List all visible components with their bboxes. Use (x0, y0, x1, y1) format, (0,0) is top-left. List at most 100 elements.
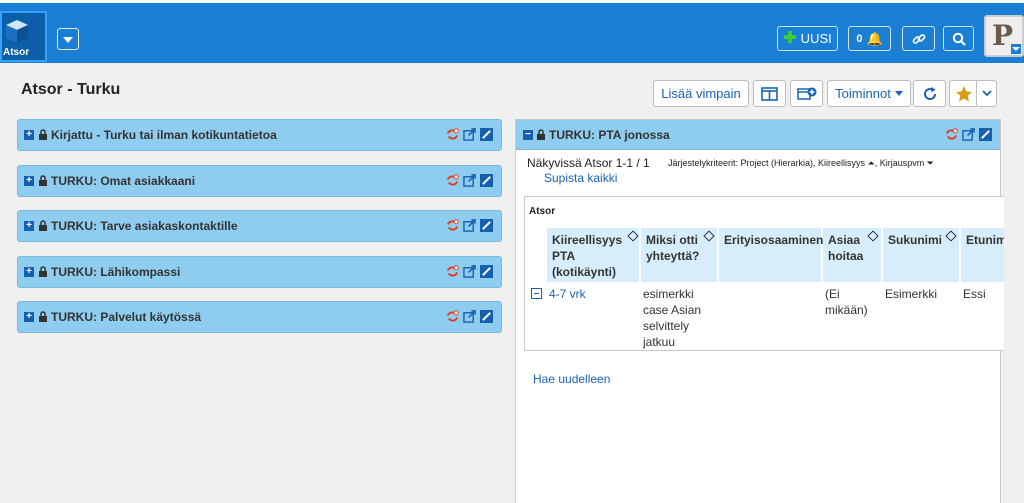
row-collapse-icon[interactable] (531, 288, 542, 299)
cell-reason: esimerkki case Asian selvittely jatkuu (643, 287, 702, 349)
refresh-icon[interactable] (945, 128, 958, 141)
top-bar: Atsor ✚ UUSI 0 🔔 P (0, 0, 1024, 63)
cell-surname: Esimerkki (885, 287, 938, 301)
app-switcher-dropdown[interactable] (57, 28, 79, 50)
widget-title: Kirjattu - Turku tai ilman kotikuntatiet… (51, 128, 277, 142)
cell-urgency[interactable]: 4-7 vrk (549, 286, 586, 302)
column-header-reason[interactable]: Miksi otti yhteyttä? (641, 228, 719, 282)
widget-registered-turku[interactable]: + Kirjattu - Turku tai ilman kotikuntati… (17, 119, 502, 151)
column-header-specialty[interactable]: Erityisosaaminen (719, 228, 823, 282)
external-link-icon[interactable] (962, 128, 975, 141)
lock-icon (537, 129, 545, 140)
collapse-all-link[interactable]: Supista kaikki (544, 171, 617, 185)
bell-icon: 🔔 (866, 30, 883, 46)
notification-count: 0 (856, 32, 863, 45)
plus-icon: ✚ (783, 29, 797, 47)
external-link-icon[interactable] (463, 128, 476, 141)
widget-tools (446, 128, 493, 141)
column-header-urgency[interactable]: Kiireellisyys PTA (kotikäynti) (547, 228, 641, 282)
sort-icon[interactable] (945, 230, 957, 242)
refresh-icon[interactable] (446, 128, 459, 141)
page-title: Atsor - Turku (21, 81, 121, 98)
refresh-icon[interactable] (446, 174, 459, 187)
widget-tools (446, 310, 493, 323)
link-icon (912, 33, 925, 44)
functions-label: Toiminnot (835, 86, 891, 101)
group-label: Atsor (529, 206, 556, 217)
expand-icon[interactable]: + (24, 176, 34, 186)
widget-title: TURKU: Lähikompassi (51, 265, 181, 279)
widget-tools (446, 174, 493, 187)
widget-my-clients[interactable]: + TURKU: Omat asiakkaani (17, 165, 502, 197)
external-link-icon[interactable] (463, 219, 476, 232)
widget-local-compass[interactable]: + TURKU: Lähikompassi (17, 256, 502, 288)
edit-icon[interactable] (480, 265, 493, 278)
reload-button[interactable] (913, 80, 946, 107)
chevron-down-icon (894, 90, 903, 96)
cell-handler: (Ei mikään) (825, 287, 868, 317)
widget-services-in-use[interactable]: + TURKU: Palvelut käytössä (17, 301, 502, 333)
chevron-down-icon (981, 90, 992, 97)
sort-icon[interactable] (867, 230, 879, 242)
lock-icon (39, 220, 47, 231)
lock-icon (39, 311, 47, 322)
column-header-firstname[interactable]: Etunim (961, 228, 1004, 282)
widget-title: TURKU: Palvelut käytössä (51, 310, 202, 324)
edit-icon[interactable] (979, 128, 992, 141)
search-icon (952, 32, 966, 46)
expand-icon[interactable]: + (24, 267, 34, 277)
layout-button[interactable] (753, 80, 786, 107)
external-link-icon[interactable] (463, 174, 476, 187)
expand-icon[interactable]: + (24, 312, 34, 322)
refetch-link[interactable]: Hae uudelleen (533, 372, 610, 386)
collapse-icon[interactable]: − (523, 130, 533, 140)
cube-icon (6, 20, 28, 43)
expand-icon[interactable]: + (24, 130, 34, 140)
queue-panel: − TURKU: PTA jonossa Näkyvissä Atsor 1-1… (515, 119, 1004, 503)
add-panel-button[interactable] (790, 80, 823, 107)
external-link-icon[interactable] (463, 310, 476, 323)
queue-table: Atsor Kiireellisyys PTA (kotikäynti) Mik… (524, 196, 1004, 351)
column-header-surname[interactable]: Sukunimi (883, 228, 961, 282)
widget-tools (446, 265, 493, 278)
edit-icon[interactable] (480, 310, 493, 323)
add-widget-button[interactable]: Lisää vimpain (653, 80, 749, 107)
new-button-label: UUSI (800, 31, 832, 46)
widget-title: TURKU: Omat asiakkaani (51, 174, 196, 188)
sort-icon[interactable] (703, 230, 715, 242)
logo-label: Atsor (3, 47, 30, 58)
external-link-icon[interactable] (463, 265, 476, 278)
edit-icon[interactable] (480, 174, 493, 187)
lock-icon (39, 175, 47, 186)
new-button[interactable]: ✚ UUSI (777, 26, 838, 51)
app-logo[interactable]: Atsor (0, 11, 47, 62)
favorite-dropdown[interactable] (976, 80, 997, 107)
chevron-down-icon (1011, 44, 1021, 54)
lock-icon (39, 129, 47, 140)
sort-icon[interactable] (627, 230, 639, 242)
reload-icon (923, 86, 936, 100)
column-header-handler[interactable]: Asiaa hoitaa (823, 228, 883, 282)
expand-icon[interactable]: + (24, 221, 34, 231)
refresh-icon[interactable] (446, 265, 459, 278)
visible-count: Näkyvissä Atsor 1-1 / 1 (527, 156, 650, 170)
notifications-button[interactable]: 0 🔔 (848, 26, 891, 51)
search-button[interactable] (943, 26, 974, 51)
widget-contact-need[interactable]: + TURKU: Tarve asiakaskontaktille (17, 210, 502, 242)
add-widget-icon (796, 87, 816, 100)
widget-tools (446, 219, 493, 232)
user-avatar[interactable]: P (984, 15, 1024, 57)
links-button[interactable] (902, 26, 935, 51)
favorite-button[interactable] (949, 80, 979, 107)
panel-tools (945, 128, 992, 141)
functions-dropdown[interactable]: Toiminnot (827, 80, 911, 107)
refresh-icon[interactable] (446, 219, 459, 232)
widget-title: TURKU: Tarve asiakaskontaktille (51, 219, 238, 233)
avatar-initial: P (992, 19, 1014, 52)
edit-icon[interactable] (480, 128, 493, 141)
refresh-icon[interactable] (446, 310, 459, 323)
sort-criteria[interactable]: Järjestelykriteerit: Project (Hierarkia)… (668, 158, 934, 169)
queue-panel-header[interactable]: − TURKU: PTA jonossa (516, 120, 1000, 150)
layout-icon (761, 86, 778, 101)
edit-icon[interactable] (480, 219, 493, 232)
